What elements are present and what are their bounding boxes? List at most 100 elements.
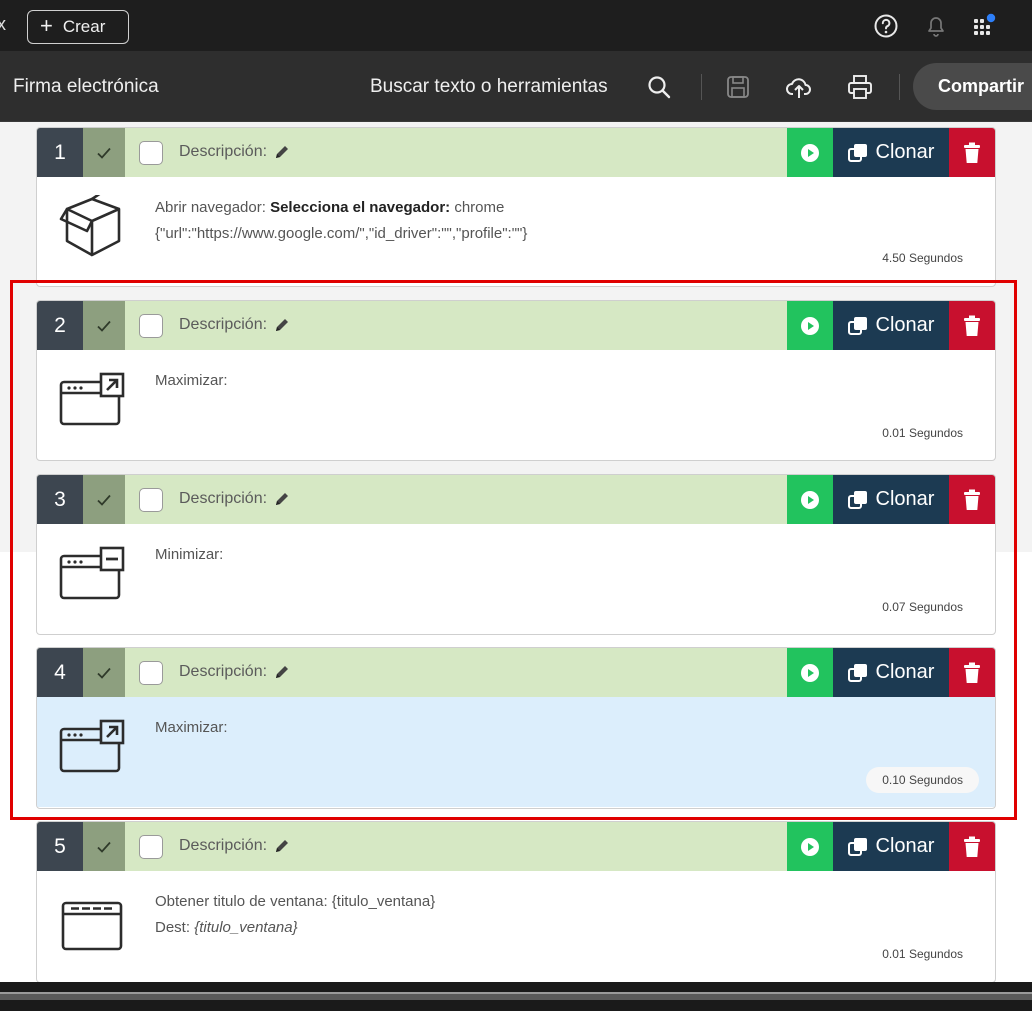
pencil-icon[interactable] — [273, 663, 291, 681]
step-body: Maximizar: 0.10 Segundos — [37, 697, 995, 807]
clone-step-button[interactable]: Clonar — [833, 648, 949, 697]
step-select-checkbox[interactable] — [139, 314, 163, 338]
step-duration: 0.01 Segundos — [882, 426, 963, 440]
clone-icon — [847, 143, 867, 162]
help-icon[interactable] — [873, 13, 899, 39]
play-icon — [801, 143, 819, 162]
step-action: Maximizar: — [155, 719, 228, 736]
step-enabled-toggle[interactable] — [83, 822, 125, 871]
step-select-checkbox[interactable] — [139, 835, 163, 859]
window-maximize-icon — [59, 719, 125, 773]
step-description[interactable]: Descripción: — [179, 837, 291, 855]
app-window: x + Crear Firma electrónica Buscar texto… — [0, 0, 1032, 1011]
clone-icon — [847, 316, 867, 335]
trash-icon — [964, 836, 980, 857]
step-select-checkbox[interactable] — [139, 488, 163, 512]
description-label: Descripción: — [179, 316, 268, 333]
step-duration: 0.07 Segundos — [882, 600, 963, 614]
trash-icon — [964, 662, 980, 683]
step-enabled-toggle[interactable] — [83, 475, 125, 524]
document-toolbar: Firma electrónica Buscar texto o herrami… — [0, 51, 1032, 122]
print-icon[interactable] — [846, 73, 874, 101]
plus-icon: + — [40, 13, 53, 38]
share-button[interactable]: Compartir — [913, 63, 1032, 110]
save-icon[interactable] — [724, 73, 752, 101]
play-icon — [801, 837, 819, 856]
step-destination: Dest: {titulo_ventana} — [155, 919, 298, 936]
clone-label: Clonar — [875, 488, 935, 510]
step-description[interactable]: Descripción: — [179, 490, 291, 508]
step-select-checkbox[interactable] — [139, 661, 163, 685]
delete-step-button[interactable] — [949, 301, 995, 350]
step-enabled-toggle[interactable] — [83, 648, 125, 697]
clone-step-button[interactable]: Clonar — [833, 475, 949, 524]
run-step-button[interactable] — [787, 648, 833, 697]
clone-icon — [847, 663, 867, 682]
top-bar: x + Crear — [0, 0, 1032, 51]
cloud-upload-icon[interactable] — [785, 73, 813, 101]
bell-icon[interactable] — [923, 13, 949, 39]
trash-icon — [964, 142, 980, 163]
step-body: Maximizar: 0.01 Segundos — [37, 350, 995, 460]
step-card-selected[interactable]: 4 Descripción: Clonar Maximizar: 0.10 Se… — [36, 647, 996, 809]
step-card[interactable]: 5 Descripción: Clonar Obtener titulo de … — [36, 821, 996, 982]
pencil-icon[interactable] — [273, 490, 291, 508]
search-icon[interactable] — [645, 73, 673, 101]
step-card[interactable]: 3 Descripción: Clonar Minimizar: 0.07 Se… — [36, 474, 996, 635]
step-number: 4 — [37, 648, 83, 697]
step-number: 5 — [37, 822, 83, 871]
close-tab-icon[interactable]: x — [0, 14, 6, 35]
step-description[interactable]: Descripción: — [179, 316, 291, 334]
step-number: 2 — [37, 301, 83, 350]
delete-step-button[interactable] — [949, 822, 995, 871]
check-icon — [97, 494, 111, 506]
check-icon — [97, 147, 111, 159]
pencil-icon[interactable] — [273, 837, 291, 855]
pencil-icon[interactable] — [273, 316, 291, 334]
step-header: 3 Descripción: Clonar — [37, 475, 995, 524]
step-action: Maximizar: — [155, 372, 228, 389]
check-icon — [97, 667, 111, 679]
horizontal-scrollbar[interactable] — [0, 992, 1032, 1000]
delete-step-button[interactable] — [949, 475, 995, 524]
clone-step-button[interactable]: Clonar — [833, 822, 949, 871]
step-header: 2 Descripción: Clonar — [37, 301, 995, 350]
play-icon — [801, 490, 819, 509]
delete-step-button[interactable] — [949, 648, 995, 697]
trash-icon — [964, 315, 980, 336]
run-step-button[interactable] — [787, 301, 833, 350]
clone-label: Clonar — [875, 141, 935, 163]
step-number: 3 — [37, 475, 83, 524]
step-card[interactable]: 1 Descripción: Clonar Abrir navegador: S… — [36, 127, 996, 287]
clone-step-button[interactable]: Clonar — [833, 301, 949, 350]
run-step-button[interactable] — [787, 475, 833, 524]
clone-label: Clonar — [875, 835, 935, 857]
delete-step-button[interactable] — [949, 128, 995, 177]
step-enabled-toggle[interactable] — [83, 301, 125, 350]
window-maximize-icon — [59, 372, 125, 426]
description-label: Descripción: — [179, 837, 268, 854]
param-label: Selecciona el navegador: — [270, 199, 451, 216]
toolbar-divider — [701, 74, 702, 100]
step-description[interactable]: Descripción: — [179, 143, 291, 161]
apps-grid-icon[interactable] — [971, 13, 997, 39]
step-enabled-toggle[interactable] — [83, 128, 125, 177]
step-select-checkbox[interactable] — [139, 141, 163, 165]
create-button[interactable]: + Crear — [27, 10, 129, 44]
clone-icon — [847, 490, 867, 509]
document-title: Firma electrónica — [13, 76, 159, 97]
pencil-icon[interactable] — [273, 143, 291, 161]
run-step-button[interactable] — [787, 822, 833, 871]
step-header: 1 Descripción: Clonar — [37, 128, 995, 177]
step-number: 1 — [37, 128, 83, 177]
window-title-icon — [61, 901, 123, 951]
description-label: Descripción: — [179, 663, 268, 680]
search-tools-label[interactable]: Buscar texto o herramientas — [370, 76, 608, 98]
step-description[interactable]: Descripción: — [179, 663, 291, 681]
step-card[interactable]: 2 Descripción: Clonar Maximizar: 0.01 Se… — [36, 300, 996, 461]
clone-icon — [847, 837, 867, 856]
dest-label: Dest: — [155, 919, 191, 936]
clone-step-button[interactable]: Clonar — [833, 128, 949, 177]
run-step-button[interactable] — [787, 128, 833, 177]
step-action: Obtener titulo de ventana: {titulo_venta… — [155, 893, 436, 910]
